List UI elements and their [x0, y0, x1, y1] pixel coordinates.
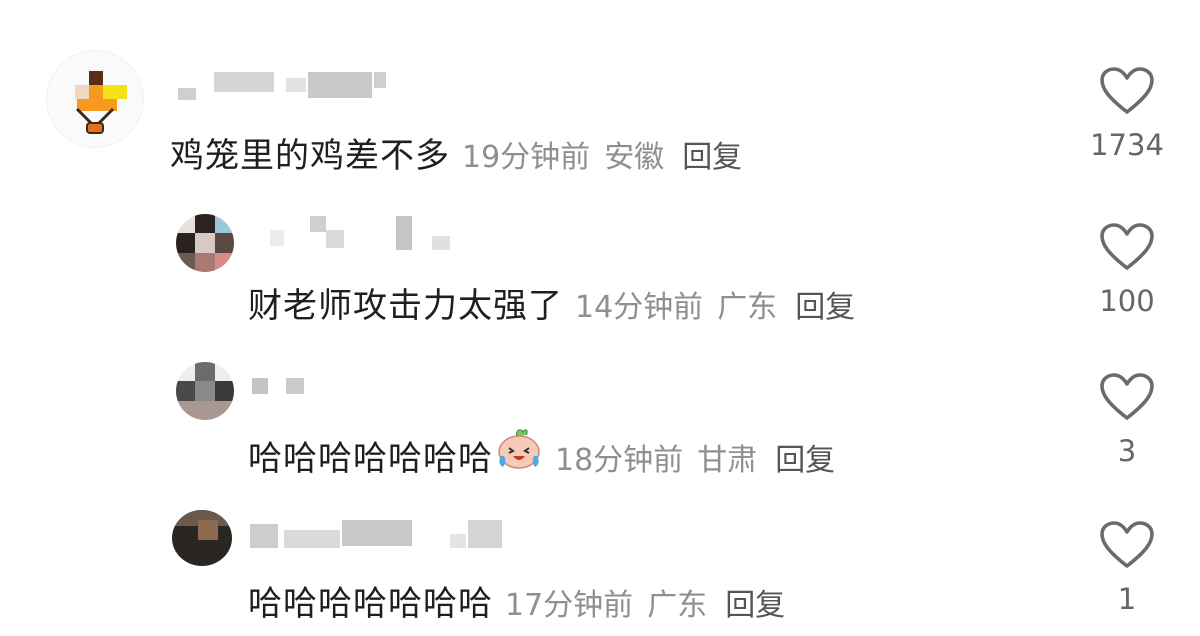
- avatar[interactable]: [46, 50, 144, 148]
- comment-location: 甘肃: [697, 443, 758, 478]
- like-button[interactable]: 1734: [1072, 66, 1182, 162]
- like-count: 1734: [1090, 128, 1164, 162]
- like-button[interactable]: 1: [1072, 520, 1182, 616]
- comment-location: 安徽: [604, 140, 665, 175]
- comment-location: 广东: [717, 290, 778, 325]
- comment-location: 广东: [647, 588, 708, 623]
- like-count: 1: [1117, 582, 1137, 616]
- hot-air-balloon-icon: [75, 71, 127, 134]
- comment-time: 14分钟前: [575, 290, 704, 325]
- heart-icon: [1100, 67, 1154, 114]
- comment-time: 19分钟前: [462, 140, 591, 175]
- username-blurred[interactable]: [270, 216, 460, 250]
- reply-button[interactable]: 回复: [725, 580, 785, 624]
- username-blurred[interactable]: [178, 72, 388, 100]
- username-blurred[interactable]: [252, 378, 312, 398]
- like-button[interactable]: 3: [1072, 372, 1182, 468]
- heart-icon: [1100, 223, 1154, 270]
- comment-time: 17分钟前: [505, 588, 634, 623]
- reply-button[interactable]: 回复: [775, 435, 835, 479]
- comment-body: 鸡笼里的鸡差不多 19分钟前 安徽 回复: [170, 128, 742, 177]
- heart-icon: [1100, 373, 1154, 420]
- comment-body: 哈哈哈哈哈哈哈 17分钟前 广东 回复: [248, 576, 785, 625]
- comment-body: 哈哈哈哈哈哈哈 18分钟前 甘肃 回复: [248, 426, 835, 480]
- laughing-crying-face-icon: [498, 429, 540, 469]
- avatar[interactable]: [172, 510, 232, 566]
- heart-icon: [1100, 521, 1154, 568]
- comment-text: 财老师攻击力太强了: [248, 286, 563, 326]
- username-blurred[interactable]: [250, 520, 510, 548]
- avatar[interactable]: [176, 362, 234, 420]
- like-count: 3: [1117, 434, 1137, 468]
- comment-text: 哈哈哈哈哈哈哈: [248, 584, 493, 624]
- avatar[interactable]: [176, 214, 234, 272]
- like-button[interactable]: 100: [1072, 222, 1182, 318]
- comment-text: 哈哈哈哈哈哈哈: [248, 439, 493, 479]
- reply-button[interactable]: 回复: [795, 282, 855, 326]
- comment-time: 18分钟前: [555, 443, 684, 478]
- comment-text: 鸡笼里的鸡差不多: [170, 136, 450, 176]
- comment-body: 财老师攻击力太强了 14分钟前 广东 回复: [248, 278, 855, 327]
- like-count: 100: [1099, 284, 1155, 318]
- reply-button[interactable]: 回复: [682, 132, 742, 176]
